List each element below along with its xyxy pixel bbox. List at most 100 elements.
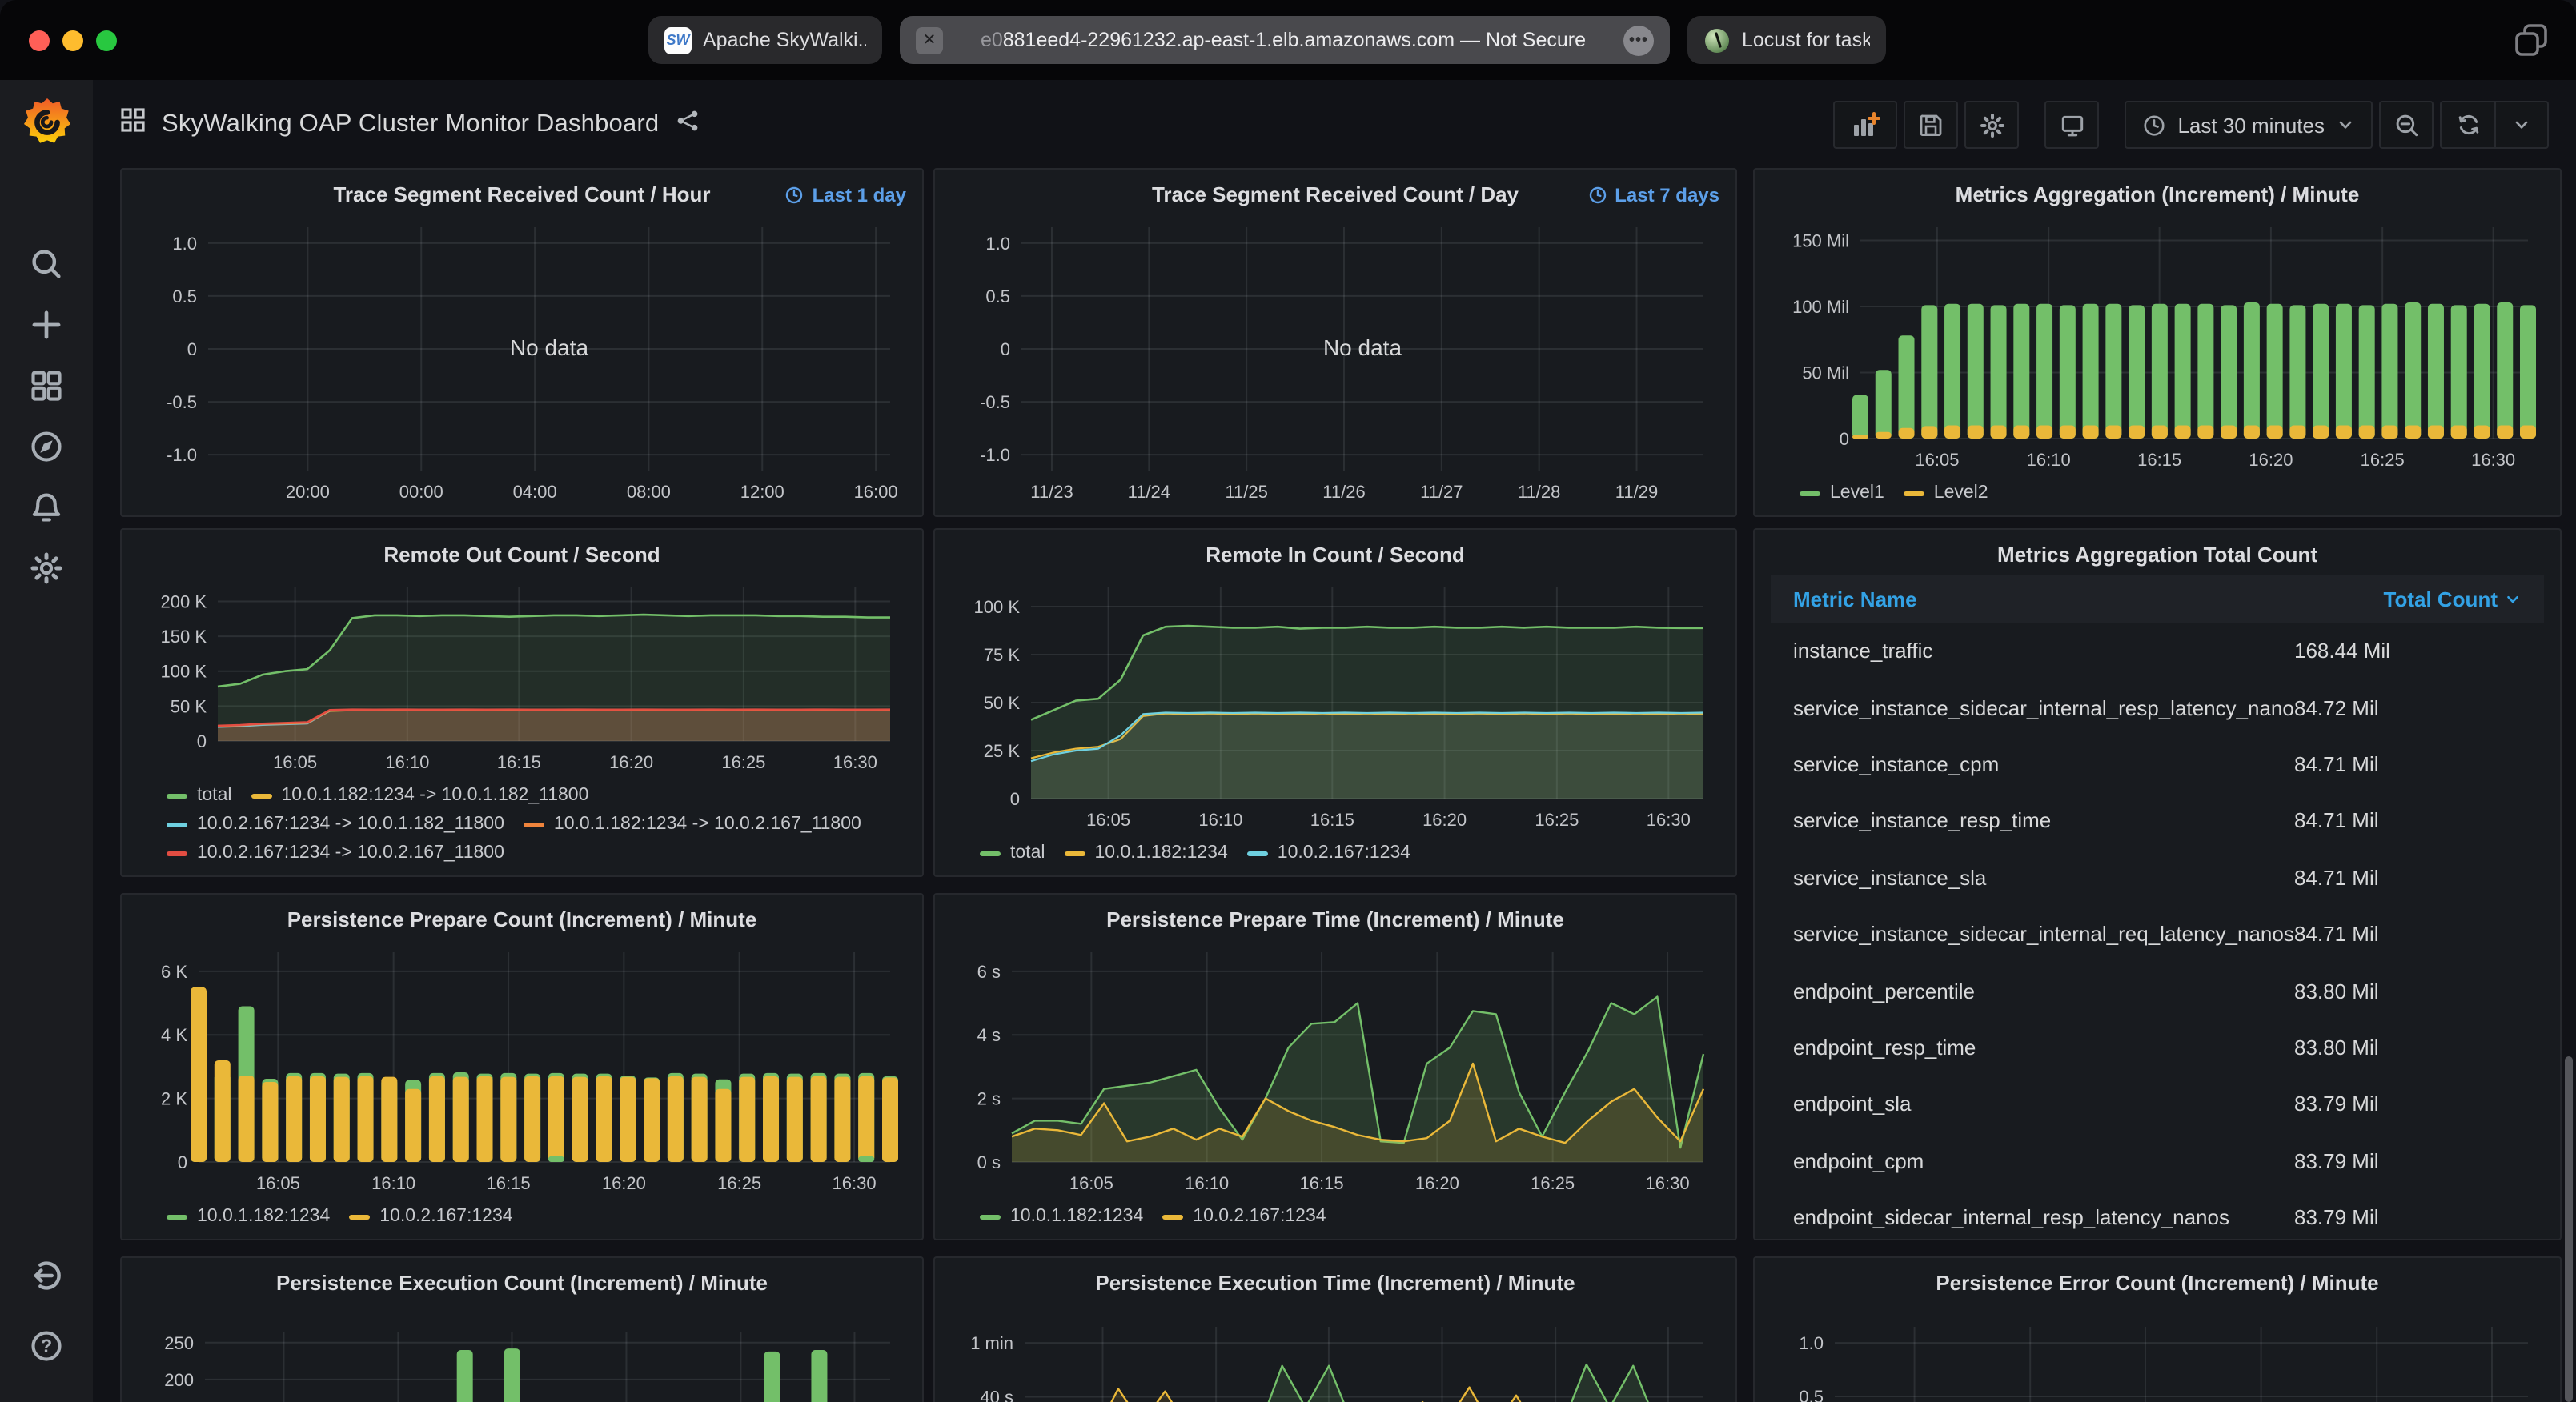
add-panel-button[interactable] (1833, 101, 1897, 149)
chart-remote-out-count[interactable]: 16:0516:1016:1516:2016:2516:30050 K100 K… (138, 575, 906, 779)
chart-persistence-execution-count[interactable]: 250200150100500 (138, 1303, 906, 1402)
legend-item[interactable]: 10.0.1.182:1234 (167, 1202, 330, 1231)
create-plus-icon[interactable] (27, 306, 66, 344)
legend-item[interactable]: 10.0.2.167:1234 (1162, 1202, 1326, 1231)
table-row[interactable]: endpoint_sidecar_internal_resp_latency_n… (1771, 1189, 2544, 1232)
column-total-count[interactable]: Total Count (2294, 587, 2522, 611)
minimize-window-button[interactable] (62, 30, 83, 51)
sign-out-icon[interactable] (27, 1256, 66, 1295)
legend-item[interactable]: 10.0.2.167:1234 (1247, 839, 1410, 867)
panel-title[interactable]: Persistence Error Count (Increment) / Mi… (1771, 1268, 2544, 1303)
dashboard-grid-icon[interactable] (120, 107, 146, 141)
legend-label: 10.0.1.182:1234 (197, 1202, 330, 1231)
table-row[interactable]: service_instance_sla84.71 Mil (1771, 849, 2544, 906)
svg-text:2 K: 2 K (161, 1089, 187, 1109)
maximize-window-button[interactable] (96, 30, 117, 51)
legend-item[interactable]: total (980, 839, 1045, 867)
close-window-button[interactable] (29, 30, 50, 51)
table-row[interactable]: service_instance_sidecar_internal_req_la… (1771, 906, 2544, 963)
svg-text:16:20: 16:20 (1415, 1173, 1459, 1193)
dashboard-settings-button[interactable] (1964, 101, 2019, 149)
chart-persistence-prepare-count[interactable]: 16:0516:1016:1516:2016:2516:3002 K4 K6 K (138, 939, 906, 1200)
total-count-cell: 168.44 Mil (2294, 639, 2522, 663)
legend-item[interactable]: Level2 (1904, 479, 1988, 507)
table-row[interactable]: endpoint_percentile83.80 Mil (1771, 963, 2544, 1019)
configuration-gear-icon[interactable] (27, 549, 66, 587)
refresh-interval-dropdown[interactable] (2496, 101, 2547, 149)
column-metric-name[interactable]: Metric Name (1793, 587, 2294, 611)
chart-persistence-prepare-time[interactable]: 16:0516:1016:1516:2016:2516:300 s2 s4 s6… (951, 939, 1719, 1200)
svg-text:16:00: 16:00 (854, 482, 898, 502)
cycle-view-mode-button[interactable] (2044, 101, 2099, 149)
legend-item[interactable]: Level1 (1800, 479, 1884, 507)
zoom-out-time-button[interactable] (2379, 101, 2434, 149)
table-row[interactable]: endpoint_sla83.79 Mil (1771, 1076, 2544, 1132)
tab-active-dashboard[interactable]: ✕ e0881eed4-22961232.ap-east-1.elb.amazo… (900, 16, 1670, 64)
chart-remote-in-count[interactable]: 16:0516:1016:1516:2016:2516:30025 K50 K7… (951, 575, 1719, 837)
table-row[interactable]: endpoint_cpm83.79 Mil (1771, 1132, 2544, 1189)
panel-title[interactable]: Persistence Execution Time (Increment) /… (951, 1268, 1719, 1303)
chart-trace-segment-hour[interactable]: 20:0000:0004:0008:0012:0016:001.00.50-0.… (138, 214, 906, 509)
panel-title[interactable]: Metrics Aggregation Total Count (1771, 539, 2544, 575)
grafana-logo-icon[interactable] (22, 96, 72, 150)
chart-trace-segment-day[interactable]: 11/2311/2411/2511/2611/2711/2811/291.00.… (951, 214, 1719, 509)
metric-name-cell: service_instance_resp_time (1793, 809, 2294, 833)
panel-title[interactable]: Remote In Count / Second (951, 539, 1719, 575)
legend-item[interactable]: 10.0.1.182:1234 (1065, 839, 1228, 867)
series-color-mark (1800, 491, 1820, 495)
panel-title[interactable]: Remote Out Count / Second (138, 539, 906, 575)
legend-item[interactable]: 10.0.1.182:1234 (980, 1202, 1143, 1231)
save-dashboard-button[interactable] (1904, 101, 1958, 149)
table-row[interactable]: service_instance_cpm84.71 Mil (1771, 736, 2544, 793)
legend-item[interactable]: 10.0.2.167:1234 -> 10.0.1.182_11800 (167, 810, 504, 839)
legend-item[interactable]: 10.0.2.167:1234 (349, 1202, 512, 1231)
svg-text:12:00: 12:00 (740, 482, 784, 502)
panel-title[interactable]: Persistence Prepare Time (Increment) / M… (951, 904, 1719, 939)
panel-title[interactable]: Persistence Prepare Count (Increment) / … (138, 904, 906, 939)
explore-compass-icon[interactable] (27, 427, 66, 466)
panel-title[interactable]: Persistence Execution Count (Increment) … (138, 1268, 906, 1303)
close-tab-icon[interactable]: ✕ (916, 26, 943, 54)
series-color-mark (980, 851, 1001, 855)
table-row[interactable]: service_instance_resp_time84.71 Mil (1771, 792, 2544, 849)
share-icon[interactable] (675, 108, 699, 140)
table-row[interactable]: service_instance_sidecar_internal_resp_l… (1771, 679, 2544, 736)
svg-text:0: 0 (1840, 429, 1849, 449)
search-icon[interactable] (27, 245, 66, 283)
tab-apache-skywalking[interactable]: SW Apache SkyWalki... (648, 16, 882, 64)
page-options-icon[interactable]: ••• (1623, 25, 1654, 55)
alerting-bell-icon[interactable] (27, 488, 66, 527)
dashboards-icon[interactable] (27, 367, 66, 405)
time-override-badge: Last 1 day (785, 184, 906, 206)
svg-text:16:30: 16:30 (833, 752, 877, 772)
legend-item[interactable]: 10.0.1.182:1234 -> 10.0.1.182_11800 (251, 781, 589, 810)
table-row[interactable]: instance_traffic168.44 Mil (1771, 623, 2544, 679)
series-color-mark (251, 793, 272, 798)
chart-persistence-error-count[interactable]: 1.00.50-0.5-1.0 (1771, 1303, 2544, 1402)
page-title[interactable]: SkyWalking OAP Cluster Monitor Dashboard (162, 110, 659, 138)
help-icon[interactable]: ? (27, 1327, 66, 1365)
metric-name-cell: service_instance_sidecar_internal_resp_l… (1793, 695, 2294, 719)
table-row[interactable]: endpoint_resp_time83.80 Mil (1771, 1019, 2544, 1076)
chart-metrics-aggregation[interactable]: 16:0516:1016:1516:2016:2516:30050 Mil100… (1771, 214, 2544, 477)
legend-item[interactable]: total (167, 781, 232, 810)
time-range-picker[interactable]: Last 30 minutes (2125, 101, 2373, 149)
tab-overview-icon[interactable] (2512, 22, 2550, 58)
refresh-dashboard-button[interactable] (2442, 101, 2494, 149)
svg-text:16:30: 16:30 (833, 1173, 877, 1193)
chart-persistence-execution-time[interactable]: 1 min40 s20 s0 s (951, 1303, 1719, 1402)
legend-label: 10.0.2.167:1234 (379, 1202, 512, 1231)
panel-title[interactable]: Metrics Aggregation (Increment) / Minute (1771, 179, 2544, 214)
svg-text:50 K: 50 K (984, 693, 1021, 713)
svg-text:00:00: 00:00 (399, 482, 443, 502)
legend-item[interactable]: 10.0.1.182:1234 -> 10.0.2.167_11800 (524, 810, 861, 839)
svg-text:16:20: 16:20 (602, 1173, 646, 1193)
legend-item[interactable]: 10.0.2.167:1234 -> 10.0.2.167_11800 (167, 839, 504, 867)
svg-text:16:15: 16:15 (487, 1173, 531, 1193)
legend: total 10.0.1.182:1234 -> 10.0.1.182_11800… (138, 779, 906, 869)
svg-text:16:10: 16:10 (385, 752, 429, 772)
page-scrollbar[interactable] (2565, 1056, 2573, 1402)
panel-metrics-total-count-table: Metrics Aggregation Total Count Metric N… (1753, 528, 2562, 1240)
total-count-cell: 83.79 Mil (2294, 1148, 2522, 1172)
tab-locust[interactable]: Locust for tasks.py (1687, 16, 1886, 64)
